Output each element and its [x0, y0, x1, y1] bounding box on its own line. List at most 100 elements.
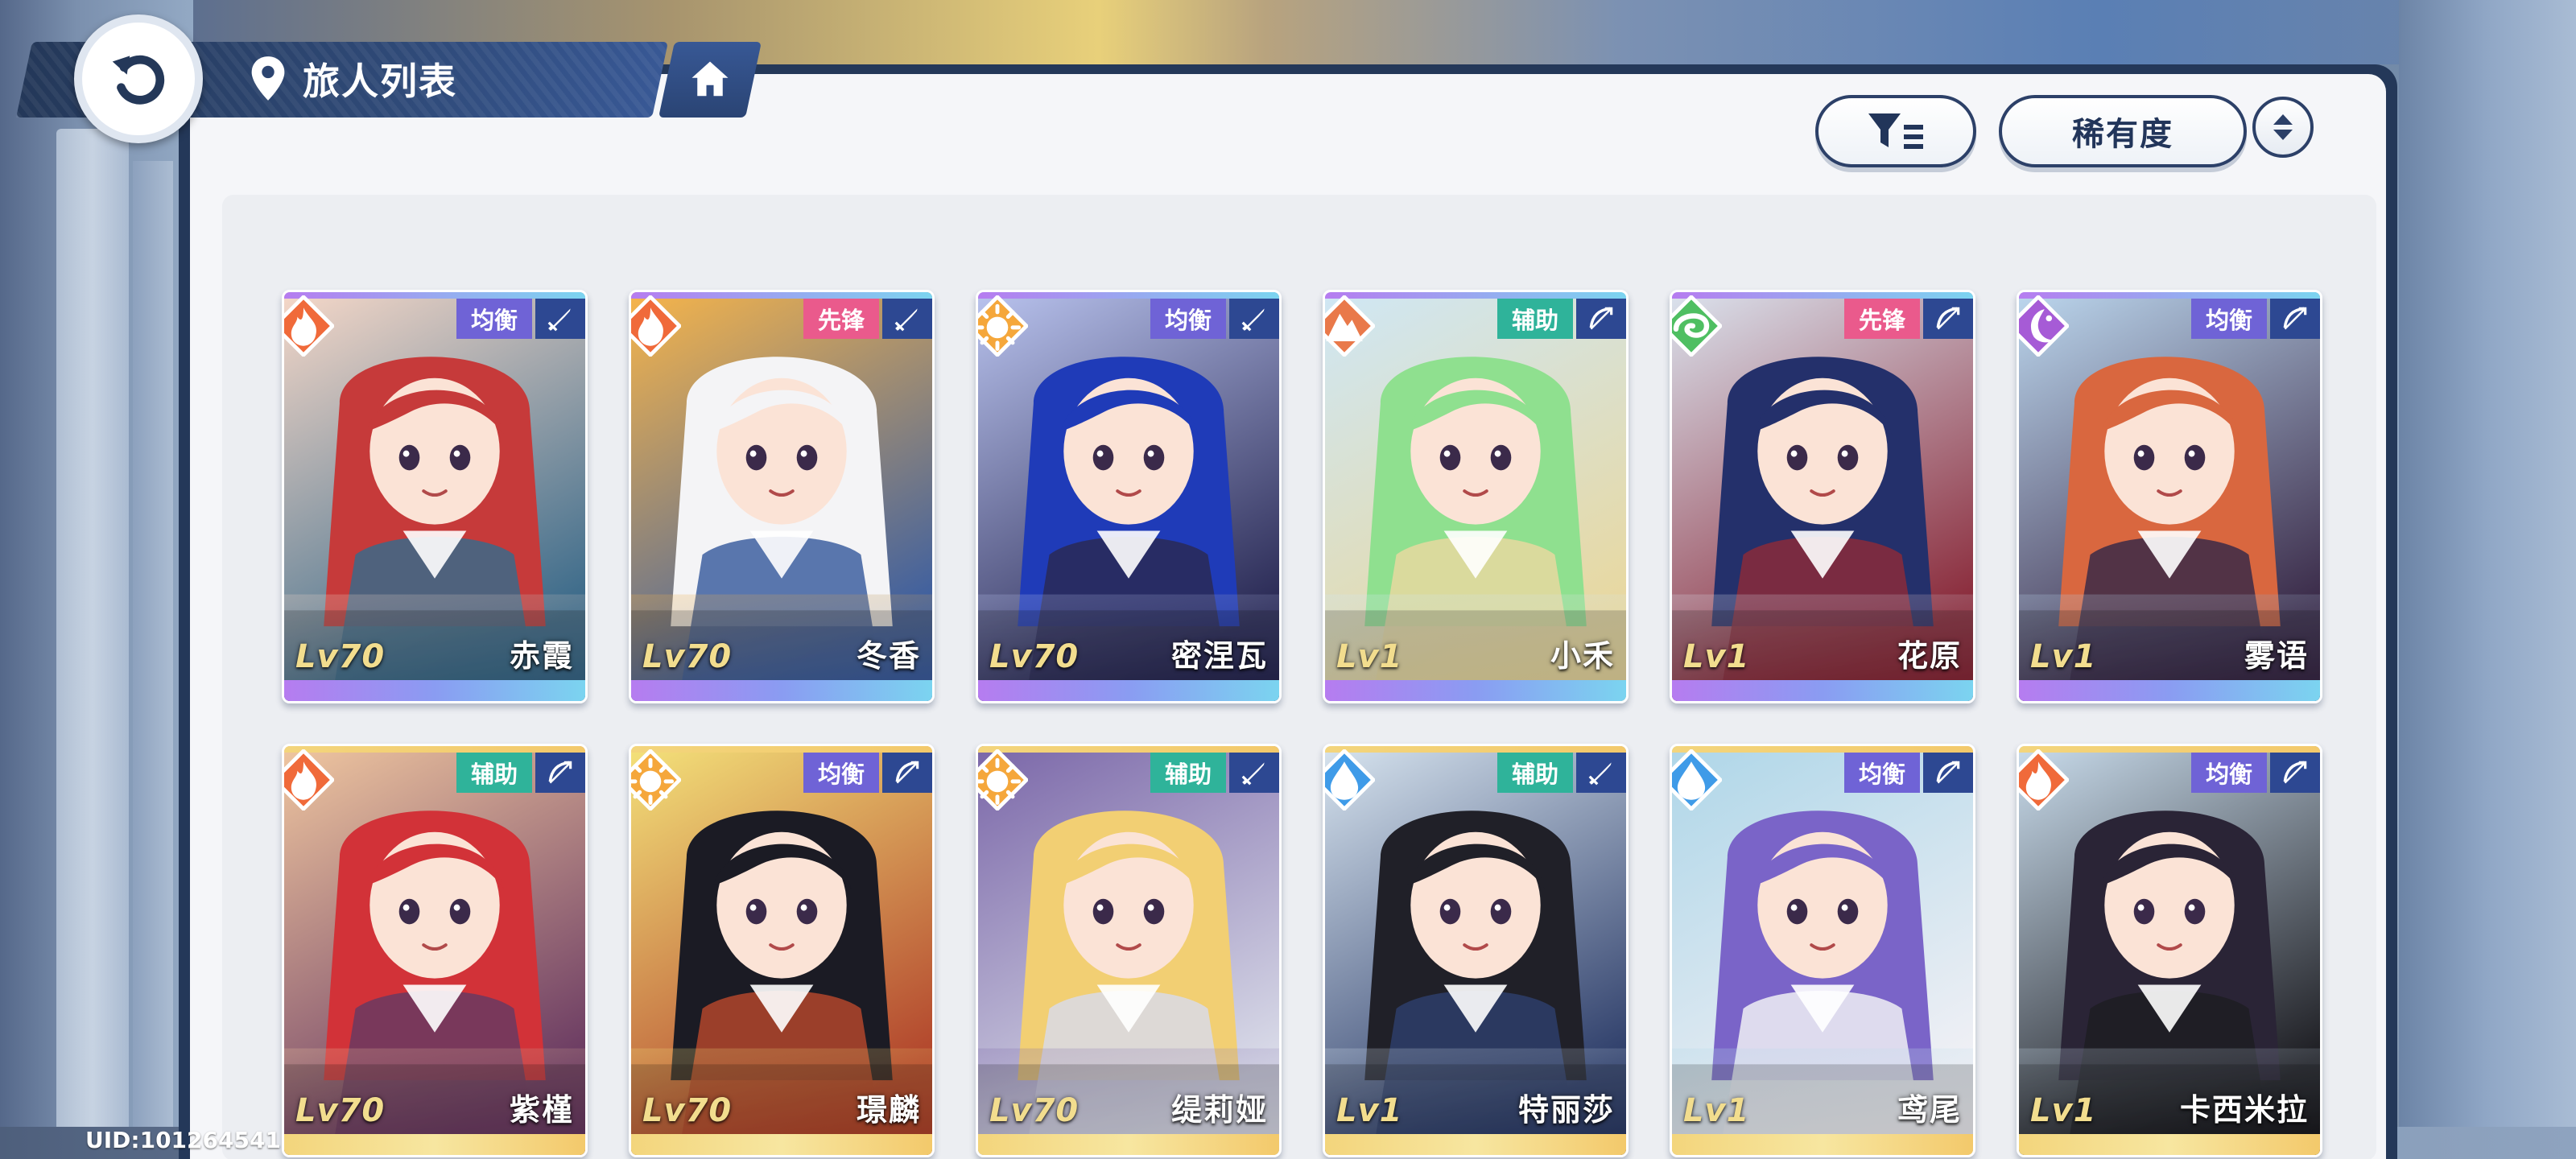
sort-order-toggle[interactable] [2252, 97, 2314, 158]
character-grid: 均衡 Lv70 赤霞 先锋 Lv70 冬香 均衡 Lv70 密涅瓦 辅助 Lv1… [222, 195, 2376, 1159]
home-icon [691, 61, 729, 97]
character-name: 小禾 [1550, 638, 1615, 674]
character-level: Lv1 [1336, 1092, 1403, 1129]
rarity-bottom-stripe [978, 680, 1279, 701]
back-arrow-icon [112, 55, 165, 105]
sword-weapon-icon [535, 299, 585, 339]
rarity-bottom-stripe [631, 1134, 932, 1155]
character-name: 雾语 [2244, 638, 2309, 674]
character-card[interactable]: 先锋 Lv70 冬香 [629, 290, 935, 703]
character-name: 璟麟 [856, 1092, 921, 1128]
fire-element-icon [284, 749, 334, 810]
character-level: Lv1 [1683, 1092, 1750, 1129]
bow-weapon-icon [1576, 299, 1626, 339]
bow-weapon-icon [882, 753, 932, 793]
sort-descending-icon [2273, 130, 2293, 140]
character-card[interactable]: 均衡 Lv1 鸢尾 [1670, 744, 1975, 1157]
role-badge: 辅助 [1496, 753, 1573, 793]
rarity-bottom-stripe [631, 680, 932, 701]
sword-weapon-icon [1229, 753, 1279, 793]
location-pin-icon [246, 55, 290, 103]
background-scenery-right [2399, 0, 2576, 1159]
character-card[interactable]: 均衡 Lv1 卡西米拉 [2017, 744, 2322, 1157]
character-card[interactable]: 均衡 Lv70 璟麟 [629, 744, 935, 1157]
filter-button[interactable] [1815, 95, 1976, 167]
character-name: 密涅瓦 [1170, 638, 1268, 674]
page-title: 旅人列表 [303, 60, 457, 103]
rarity-bottom-stripe [1672, 680, 1973, 701]
character-level: Lv70 [295, 1092, 386, 1129]
back-button[interactable] [74, 14, 203, 143]
role-badge: 均衡 [1150, 299, 1226, 339]
page-header: 旅人列表 [246, 50, 457, 108]
character-level: Lv70 [642, 638, 733, 675]
character-level: Lv70 [642, 1092, 733, 1129]
main-panel: 均衡 Lv70 赤霞 先锋 Lv70 冬香 均衡 Lv70 密涅瓦 辅助 Lv1… [179, 64, 2397, 1159]
rarity-bottom-stripe [2019, 1134, 2320, 1155]
character-card[interactable]: 辅助 Lv70 缇莉娅 [976, 744, 1282, 1157]
character-card[interactable]: 辅助 Lv1 特丽莎 [1323, 744, 1629, 1157]
sort-ascending-icon [2273, 114, 2293, 125]
character-name: 花原 [1897, 638, 1962, 674]
rarity-bottom-stripe [978, 1134, 1279, 1155]
light-element-icon [631, 749, 681, 810]
character-card[interactable]: 辅助 Lv70 紫槿 [282, 744, 588, 1157]
sort-rarity-button[interactable]: 稀有度 [1999, 95, 2247, 167]
sword-weapon-icon [1576, 753, 1626, 793]
sword-weapon-icon [882, 299, 932, 339]
bow-weapon-icon [535, 753, 585, 793]
role-badge: 先锋 [1843, 299, 1920, 339]
character-level: Lv70 [989, 1092, 1080, 1129]
rarity-bottom-stripe [284, 1134, 585, 1155]
character-level: Lv70 [989, 638, 1080, 675]
light-element-icon [978, 295, 1028, 357]
bow-weapon-icon [1923, 753, 1973, 793]
character-level: Lv1 [1336, 638, 1403, 675]
character-name: 紫槿 [509, 1092, 574, 1128]
role-badge: 辅助 [1496, 299, 1573, 339]
role-badge: 均衡 [1843, 753, 1920, 793]
water-element-icon [1672, 749, 1722, 810]
character-name: 特丽莎 [1517, 1092, 1615, 1128]
character-level: Lv1 [2030, 1092, 2097, 1129]
role-badge: 均衡 [456, 299, 532, 339]
role-badge: 辅助 [456, 753, 532, 793]
rarity-bottom-stripe [2019, 680, 2320, 701]
fire-element-icon [2019, 749, 2069, 810]
bow-weapon-icon [2270, 753, 2320, 793]
character-card[interactable]: 均衡 Lv70 赤霞 [282, 290, 588, 703]
fire-element-icon [631, 295, 681, 357]
character-level: Lv1 [1683, 638, 1750, 675]
home-button[interactable] [658, 42, 762, 118]
character-card[interactable]: 辅助 Lv1 小禾 [1323, 290, 1629, 703]
character-level: Lv70 [295, 638, 386, 675]
fire-element-icon [284, 295, 334, 357]
background-pillar [56, 129, 129, 1159]
role-badge: 辅助 [1150, 753, 1226, 793]
background-pillar-shadow [133, 161, 173, 1159]
character-name: 鸢尾 [1897, 1092, 1962, 1128]
character-name: 冬香 [856, 638, 921, 674]
role-badge: 先锋 [803, 299, 879, 339]
character-name: 赤霞 [509, 638, 574, 674]
rarity-bottom-stripe [284, 680, 585, 701]
character-name: 缇莉娅 [1170, 1092, 1268, 1128]
water-element-icon [1325, 749, 1375, 810]
role-badge: 均衡 [803, 753, 879, 793]
bow-weapon-icon [2270, 299, 2320, 339]
character-card[interactable]: 均衡 Lv70 密涅瓦 [976, 290, 1282, 703]
rarity-bottom-stripe [1672, 1134, 1973, 1155]
character-card[interactable]: 均衡 Lv1 雾语 [2017, 290, 2322, 703]
dark-element-icon [2019, 295, 2069, 357]
sword-weapon-icon [1229, 299, 1279, 339]
role-badge: 均衡 [2190, 299, 2267, 339]
bow-weapon-icon [1923, 299, 1973, 339]
filter-icon [1868, 113, 1923, 149]
character-name: 卡西米拉 [2179, 1092, 2309, 1128]
rarity-bottom-stripe [1325, 680, 1626, 701]
character-card[interactable]: 先锋 Lv1 花原 [1670, 290, 1975, 703]
wind-element-icon [1672, 295, 1722, 357]
rarity-bottom-stripe [1325, 1134, 1626, 1155]
character-level: Lv1 [2030, 638, 2097, 675]
earth-element-icon [1325, 295, 1375, 357]
